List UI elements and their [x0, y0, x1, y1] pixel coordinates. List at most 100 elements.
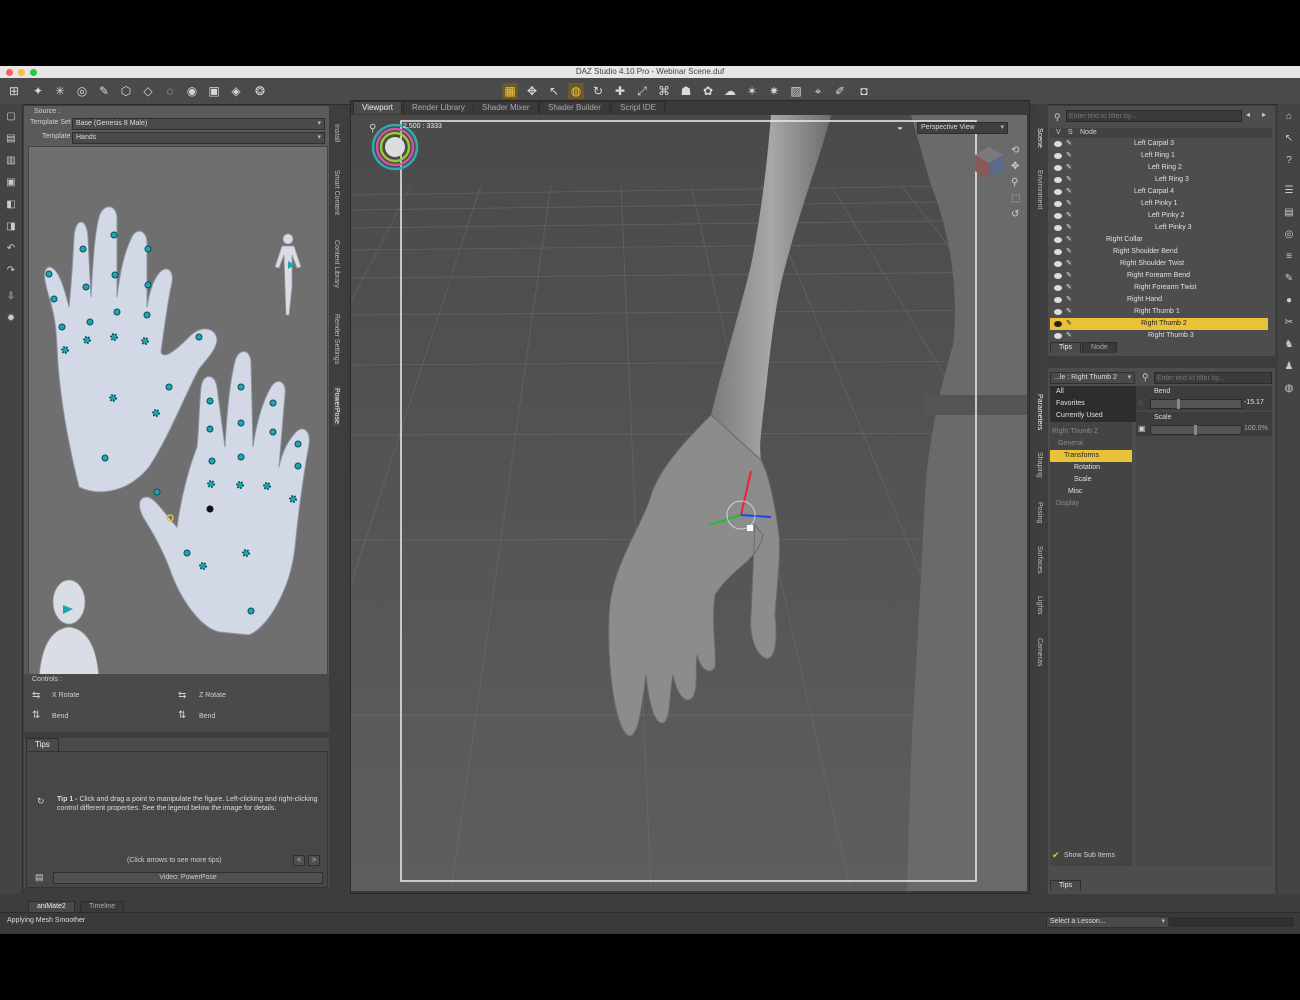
parameter-group-row[interactable]: Right Thumb 2 [1050, 426, 1132, 438]
texture-icon[interactable]: ▨ [788, 83, 804, 99]
cube-icon[interactable]: ◇ [140, 83, 156, 99]
tab-install[interactable]: Install [333, 124, 340, 142]
parameters-filter-input[interactable] [1154, 372, 1272, 384]
selectable-icon[interactable]: ✎ [1066, 318, 1072, 330]
globe-icon[interactable]: ◍ [1282, 382, 1296, 396]
joint-editor-icon[interactable]: ✳ [52, 83, 68, 99]
scene-filter-input[interactable] [1066, 110, 1242, 122]
scene-node-row[interactable]: ✎ Left Pinky 3 [1050, 222, 1268, 234]
scene-node-row[interactable]: ✎ Left Ring 2 [1050, 162, 1268, 174]
light-icon[interactable]: ✷ [766, 83, 782, 99]
tab-parameters[interactable]: Parameters [1036, 394, 1043, 430]
settings-icon[interactable]: ✹ [4, 312, 18, 326]
scene-tab-tips[interactable]: Tips [1050, 342, 1081, 353]
checkbox-checked-icon[interactable]: ✔ [1052, 850, 1060, 861]
group-all[interactable]: All [1050, 386, 1138, 398]
video-powerpose-button[interactable]: Video: PowerPose [53, 872, 323, 884]
scene-node-row[interactable]: ✎ Right Forearm Twist [1050, 282, 1268, 294]
scene-node-row[interactable]: ✎ Left Ring 1 [1050, 150, 1268, 162]
selectable-icon[interactable]: ✎ [1066, 246, 1072, 258]
node-weight-icon[interactable]: ✎ [96, 83, 112, 99]
target-icon[interactable]: ◉ [184, 83, 200, 99]
tab-render-settings[interactable]: Render Settings [333, 314, 340, 364]
scene-options-icon[interactable]: ⚲ [369, 123, 376, 134]
selectable-icon[interactable]: ✎ [1066, 330, 1072, 342]
selectable-icon[interactable]: ✎ [1066, 270, 1072, 282]
scene-node-row[interactable]: ✎ Left Carpal 3 [1050, 138, 1268, 150]
scale-slider-handle[interactable] [1194, 425, 1197, 435]
scene-node-row[interactable]: ✎ Right Forearm Bend [1050, 270, 1268, 282]
geometry-icon[interactable]: ⬡ [118, 83, 134, 99]
visibility-eye-icon[interactable] [1054, 153, 1062, 159]
selectable-icon[interactable]: ✎ [1066, 306, 1072, 318]
scene-node-row[interactable]: ✎ Right Collar [1050, 234, 1268, 246]
selectable-icon[interactable]: ✎ [1066, 222, 1072, 234]
scene-node-row[interactable]: ✎ Left Carpal 4 [1050, 186, 1268, 198]
layers-icon[interactable]: ≡ [1282, 250, 1296, 264]
scene-node-row[interactable]: ✎ Right Shoulder Bend [1050, 246, 1268, 258]
camera-add-icon[interactable]: ⌖ [810, 83, 826, 99]
template-canvas[interactable] [28, 146, 328, 680]
selectable-icon[interactable]: ✎ [1066, 162, 1072, 174]
save-icon[interactable]: ▣ [4, 176, 18, 190]
bend-value[interactable]: -15.17 [1244, 399, 1264, 406]
tab-powerpose[interactable]: PowerPose [333, 386, 340, 426]
visibility-eye-icon[interactable] [1054, 273, 1062, 279]
viewport-canvas[interactable]: 2.500 : 3333 ⚲ ◒ Perspective View ⟲ ✥ ⚲ … [351, 115, 1027, 891]
template-select[interactable]: Hands [72, 132, 325, 144]
selectable-icon[interactable]: ✎ [1066, 234, 1072, 246]
pan-icon[interactable]: ✥ [1011, 161, 1019, 172]
node-icon[interactable]: ⌘ [656, 83, 672, 99]
tab-script-ide[interactable]: Script IDE [611, 101, 666, 114]
selectable-icon[interactable]: ✎ [1066, 210, 1072, 222]
selectable-icon[interactable]: ✎ [1066, 198, 1072, 210]
template-set-select[interactable]: Base (Genesis 8 Male) [72, 118, 325, 130]
scene-tab-node[interactable]: Node [1082, 342, 1117, 353]
orbit-icon[interactable]: ⟲ [1011, 145, 1019, 156]
visibility-eye-icon[interactable] [1054, 213, 1062, 219]
figure-icon[interactable]: ☗ [678, 83, 694, 99]
selectable-icon[interactable]: ✎ [1066, 138, 1072, 150]
tab-shaping[interactable]: Shaping [1036, 452, 1043, 478]
pointer-icon[interactable]: ↖ [546, 83, 562, 99]
prev-tip-button[interactable]: < [293, 855, 305, 866]
gold-ring-icon[interactable]: ◍ [568, 83, 584, 99]
next-tip-button[interactable]: > [308, 855, 320, 866]
scene-node-row[interactable]: ✎ Right Thumb 2 [1050, 318, 1268, 330]
visibility-eye-icon[interactable] [1054, 141, 1062, 147]
tab-posing[interactable]: Posing [1036, 502, 1043, 523]
shape-icon[interactable]: ✶ [744, 83, 760, 99]
bend-slider[interactable] [1150, 399, 1242, 409]
selectable-icon[interactable]: ✎ [1066, 186, 1072, 198]
visibility-eye-icon[interactable] [1054, 165, 1062, 171]
parameter-group-row[interactable]: Misc [1050, 486, 1132, 498]
close-window-button[interactable] [6, 69, 13, 76]
visibility-eye-icon[interactable] [1054, 321, 1062, 327]
open-file-icon[interactable]: ▤ [4, 132, 18, 146]
scene-node-row[interactable]: ✎ Left Ring 3 [1050, 174, 1268, 186]
selectable-icon[interactable]: ✎ [1066, 174, 1072, 186]
region-icon[interactable]: ◎ [74, 83, 90, 99]
scene-node-row[interactable]: ✎ Right Shoulder Twist [1050, 258, 1268, 270]
target-icon[interactable]: ◎ [1282, 228, 1296, 242]
visibility-eye-icon[interactable] [1054, 249, 1062, 255]
parameter-group-row[interactable]: Rotation [1050, 462, 1132, 474]
tab-timeline[interactable]: Timeline [80, 901, 125, 912]
active-pose-icon[interactable]: ❂ [252, 83, 268, 99]
align-icon[interactable]: ☰ [1282, 184, 1296, 198]
help-icon[interactable]: ? [1282, 154, 1296, 168]
wrench-icon[interactable]: ✂ [1282, 316, 1296, 330]
list-icon[interactable]: ▤ [1282, 206, 1296, 220]
tab-scene[interactable]: Scene [1036, 128, 1043, 148]
pencil-icon[interactable]: ✎ [1282, 272, 1296, 286]
scene-node-row[interactable]: ✎ Right Thumb 1 [1050, 306, 1268, 318]
display-options-icon[interactable]: ◒ [897, 122, 903, 133]
home-icon[interactable]: ⌂ [1282, 110, 1296, 124]
collapse-icon[interactable]: ◂ [1246, 110, 1250, 119]
parameters-tab-tips[interactable]: Tips [1050, 880, 1081, 891]
scene-node-row[interactable]: ✎ Left Pinky 2 [1050, 210, 1268, 222]
parameter-group-row[interactable]: Scale [1050, 474, 1132, 486]
move-icon[interactable]: ✚ [612, 83, 628, 99]
new-file-icon[interactable]: ▢ [4, 110, 18, 124]
visibility-eye-icon[interactable] [1054, 225, 1062, 231]
